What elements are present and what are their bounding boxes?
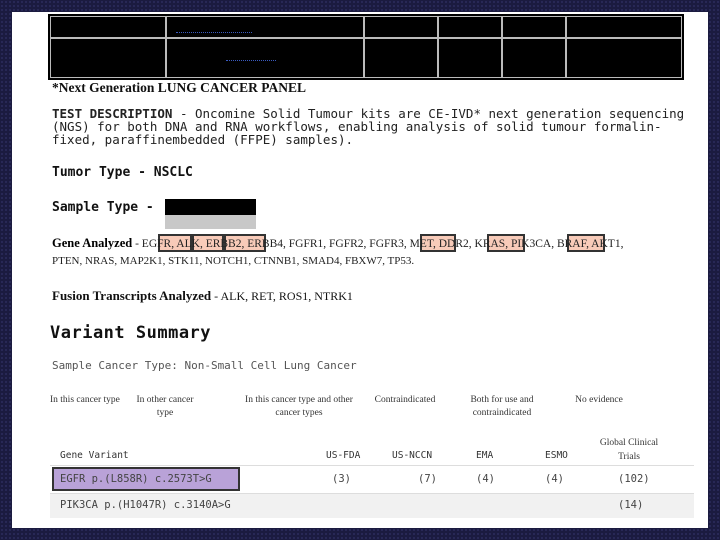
redacted-link[interactable] <box>226 60 276 62</box>
header-cell <box>502 38 566 78</box>
row1-us-nccn: (7) <box>418 473 437 485</box>
header-cell <box>166 38 364 78</box>
fusion-transcripts: Fusion Transcripts Analyzed - ALK, RET, … <box>52 288 353 304</box>
test-description: TEST DESCRIPTION - Oncomine Solid Tumour… <box>52 107 692 146</box>
col-us-nccn: US-NCCN <box>392 450 433 461</box>
header-cell <box>364 16 438 38</box>
header-cell <box>50 16 166 38</box>
report-page: *Next Generation LUNG CANCER PANEL TEST … <box>12 12 708 528</box>
legend-this-and-other: In this cancer type and other cancer typ… <box>245 395 353 418</box>
redacted-header-table <box>48 14 684 80</box>
redacted-link[interactable] <box>176 32 252 34</box>
col-gene-variant: Gene Variant <box>60 450 129 461</box>
col-us-fda: US-FDA <box>326 450 361 461</box>
redacted-sample-type-shadow <box>165 215 256 229</box>
fusion-genes: - ALK, RET, ROS1, NTRK1 <box>211 289 353 303</box>
legend-both: Both for use and contraindicated <box>470 395 534 418</box>
sample-cancer-type: Sample Cancer Type: Non-Small Cell Lung … <box>52 359 357 372</box>
legend-no-evidence: No evidence <box>575 395 623 405</box>
col-esmo: ESMO <box>545 450 568 461</box>
fusion-label: Fusion Transcripts Analyzed <box>52 288 212 303</box>
table-divider <box>50 465 694 466</box>
header-cell <box>364 38 438 78</box>
row1-variant: EGFR p.(L858R) c.2573T>G <box>60 473 212 485</box>
sample-type: Sample Type - <box>52 200 154 215</box>
tumor-type: Tumor Type - NSCLC <box>52 165 193 180</box>
row1-us-fda: (3) <box>332 473 351 485</box>
row1-esmo: (4) <box>545 473 564 485</box>
header-cell <box>502 16 566 38</box>
genes-list-line1: - EGFR, ALK, ERBB2, ERBB4, FGFR1, FGFR2,… <box>132 238 624 250</box>
header-cell <box>166 16 364 38</box>
header-cell <box>438 38 502 78</box>
row1-ema: (4) <box>476 473 495 485</box>
panel-title: *Next Generation LUNG CANCER PANEL <box>52 80 306 95</box>
header-cell <box>50 38 166 78</box>
row1-trials: (102) <box>618 473 650 485</box>
header-cell <box>566 16 682 38</box>
col-ema: EMA <box>476 450 494 461</box>
genes-list-line2: PTEN, NRAS, MAP2K1, STK11, NOTCH1, CTNNB… <box>52 255 415 267</box>
genes-analyzed-label: Gene Analyzed <box>52 236 133 250</box>
row2-variant: PIK3CA p.(H1047R) c.3140A>G <box>60 499 231 511</box>
genes-analyzed: Gene Analyzed - EGFR, ALK, ERBB2, ERBB4,… <box>52 236 623 251</box>
redacted-sample-type <box>165 199 256 215</box>
variant-summary-title: Variant Summary <box>50 323 212 343</box>
legend-contraindicated: Contraindicated <box>374 395 436 405</box>
col-global-trials: Global Clinical Trials <box>599 438 659 462</box>
header-cell <box>566 38 682 78</box>
header-cell <box>438 16 502 38</box>
row2-trials: (14) <box>618 499 644 511</box>
legend-other-cancer: In other cancer type <box>136 395 194 418</box>
